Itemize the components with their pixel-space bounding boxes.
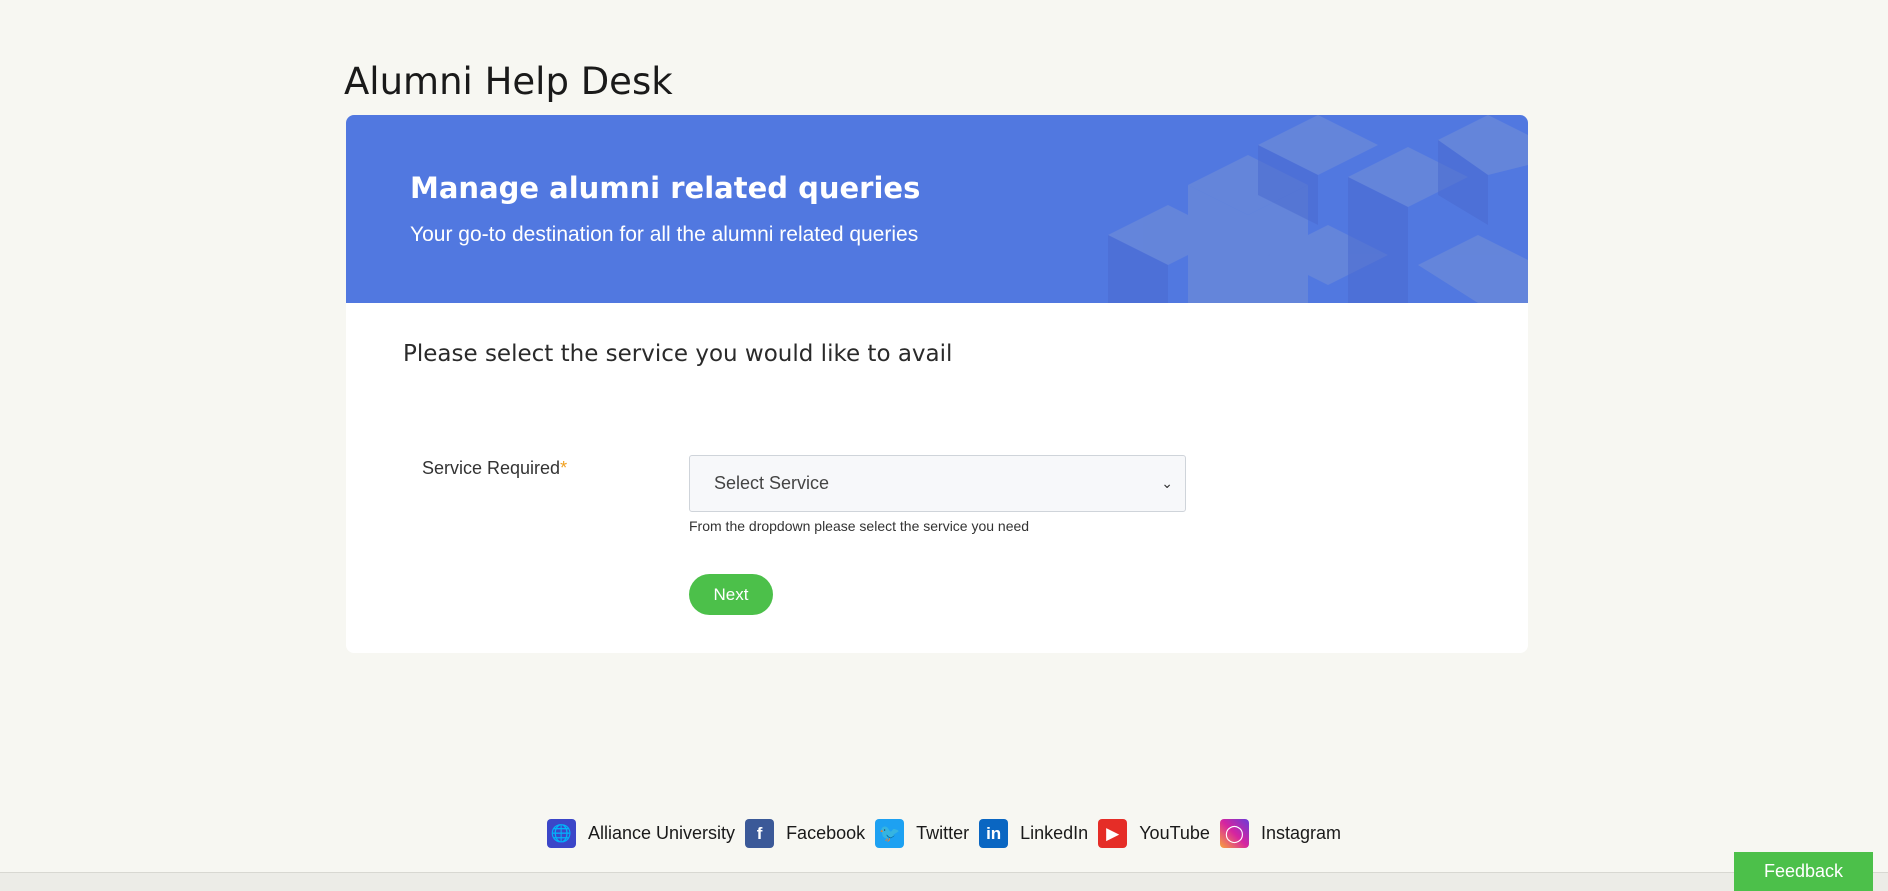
- bottom-bar: [0, 872, 1888, 891]
- footer-link-label: LinkedIn: [1020, 823, 1089, 843]
- youtube-icon: ▶: [1098, 819, 1128, 848]
- service-select-value: Select Service: [714, 473, 830, 493]
- facebook-icon: f: [745, 819, 775, 848]
- footer-link-label: Facebook: [786, 823, 866, 843]
- footer-link-label: YouTube: [1139, 823, 1210, 843]
- feedback-button[interactable]: Feedback: [1734, 852, 1873, 891]
- required-asterisk: *: [560, 458, 568, 478]
- footer-link-linkedin[interactable]: in LinkedIn: [979, 819, 1088, 848]
- footer-links: 🌐 Alliance University f Facebook 🐦 Twitt…: [0, 819, 1888, 848]
- service-select[interactable]: Select Service ⌄: [689, 455, 1186, 512]
- banner-title: Manage alumni related queries: [410, 171, 921, 205]
- banner: Manage alumni related queries Your go-to…: [346, 115, 1528, 303]
- footer-link-alliance-university[interactable]: 🌐 Alliance University: [547, 819, 735, 848]
- footer-link-label: Instagram: [1260, 823, 1341, 843]
- footer-link-instagram[interactable]: ◯ Instagram: [1219, 819, 1341, 848]
- page-title: Alumni Help Desk: [344, 60, 673, 103]
- service-required-label: Service Required*: [422, 458, 567, 479]
- globe-icon: 🌐: [547, 819, 576, 848]
- instagram-icon: ◯: [1219, 819, 1249, 848]
- twitter-icon: 🐦: [875, 819, 905, 848]
- cubes-illustration: [1108, 115, 1528, 303]
- next-button[interactable]: Next: [689, 574, 773, 615]
- form-heading: Please select the service you would like…: [403, 341, 953, 367]
- banner-subtitle: Your go-to destination for all the alumn…: [410, 223, 919, 246]
- footer-link-twitter[interactable]: 🐦 Twitter: [875, 819, 969, 848]
- chevron-down-icon: ⌄: [1161, 475, 1173, 491]
- footer-link-youtube[interactable]: ▶ YouTube: [1098, 819, 1210, 848]
- footer-link-label: Twitter: [916, 823, 970, 843]
- footer-link-facebook[interactable]: f Facebook: [745, 819, 865, 848]
- linkedin-icon: in: [979, 819, 1009, 848]
- footer-link-label: Alliance University: [588, 823, 736, 843]
- service-help-text: From the dropdown please select the serv…: [689, 518, 1030, 534]
- help-desk-card: Manage alumni related queries Your go-to…: [346, 115, 1528, 653]
- field-label-text: Service Required: [422, 458, 561, 478]
